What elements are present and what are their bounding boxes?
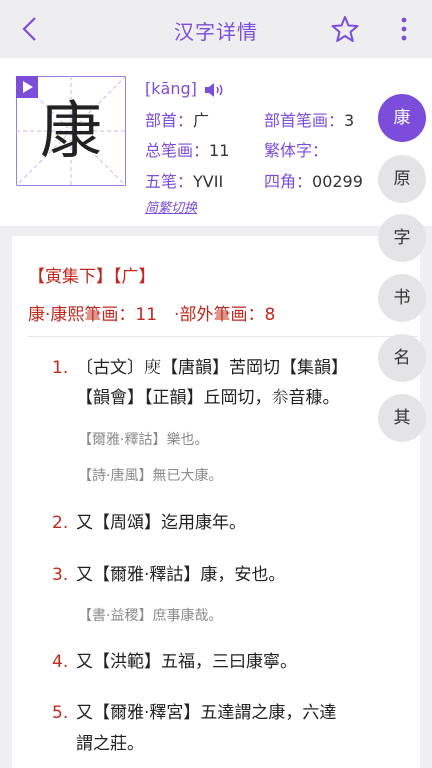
entry-line: 〔古文〕𢊎【唐韻】苦岡切【集韻】 xyxy=(76,358,348,378)
star-outline-icon[interactable] xyxy=(330,14,360,44)
entry-line: 又【周頌】迄用康年。 xyxy=(76,513,246,533)
side-tab-ming[interactable]: 名 xyxy=(378,334,426,382)
side-tab-kang[interactable]: 康 xyxy=(378,94,426,142)
radical-strokes-value: 3 xyxy=(344,111,355,130)
simplified-traditional-toggle-link[interactable]: 简繁切换 xyxy=(145,197,197,216)
entry-quote: 【詩·唐風】無已大康。 xyxy=(78,468,223,484)
wubi-value: YVII xyxy=(193,172,224,191)
total-strokes-row: 总笔画：11 xyxy=(145,141,230,160)
side-tab-qi[interactable]: 其 xyxy=(378,394,426,442)
kangxi-stroke-counts: 康·康熙筆画：11 ·部外筆画：8 xyxy=(28,305,276,325)
entry-quote: 【爾雅·釋詁】樂也。 xyxy=(78,432,209,448)
entry-number: 1. xyxy=(52,358,69,378)
entry-number: 2. xyxy=(52,513,69,533)
traditional-row: 繁体字： xyxy=(264,141,329,160)
wubi-row: 五笔：YVII xyxy=(145,172,224,191)
total-strokes-value: 11 xyxy=(209,141,230,160)
side-tab-zi[interactable]: 字 xyxy=(378,214,426,262)
divider xyxy=(28,336,418,337)
entry-line: 【韻會】【正韻】丘岡切，𠫭音穅。 xyxy=(76,388,340,408)
entry-number: 4. xyxy=(52,652,69,672)
entry-quote: 【書·益稷】庶事康哉。 xyxy=(78,608,223,624)
play-stroke-button[interactable] xyxy=(16,76,38,98)
entry-line: 又【爾雅·釋宮】五達謂之康，六達 xyxy=(76,703,337,723)
radical-row: 部首：广 xyxy=(145,111,210,130)
entry-number: 3. xyxy=(52,565,69,585)
speaker-icon[interactable] xyxy=(204,82,226,98)
sijiao-value: 00299 xyxy=(312,172,363,191)
pinyin-text: [kāng] xyxy=(145,79,197,98)
side-tab-yuan[interactable]: 原 xyxy=(378,155,426,203)
entry-line: 又【爾雅·釋詁】康，安也。 xyxy=(76,565,286,585)
pinyin-row[interactable]: [kāng] xyxy=(145,79,226,98)
entry-number: 5. xyxy=(52,703,69,723)
top-app-bar: 汉字详情 xyxy=(0,0,432,58)
kangxi-volume: 【寅集下】【广】 xyxy=(28,267,156,287)
entry-line: 又【洪範】五福，三曰康寧。 xyxy=(76,652,297,672)
sijiao-row: 四角：00299 xyxy=(264,172,363,191)
more-vertical-icon[interactable] xyxy=(392,14,416,44)
page-title: 汉字详情 xyxy=(174,20,258,44)
character-header: 康 [kāng] 部首：广 部首笔画：3 总笔画：11 繁体字： 五笔：YVII… xyxy=(0,58,432,226)
entry-line: 謂之莊。 xyxy=(76,734,144,754)
radical-strokes-row: 部首笔画：3 xyxy=(264,111,355,130)
side-tab-shu[interactable]: 书 xyxy=(378,274,426,322)
radical-value: 广 xyxy=(193,111,210,130)
